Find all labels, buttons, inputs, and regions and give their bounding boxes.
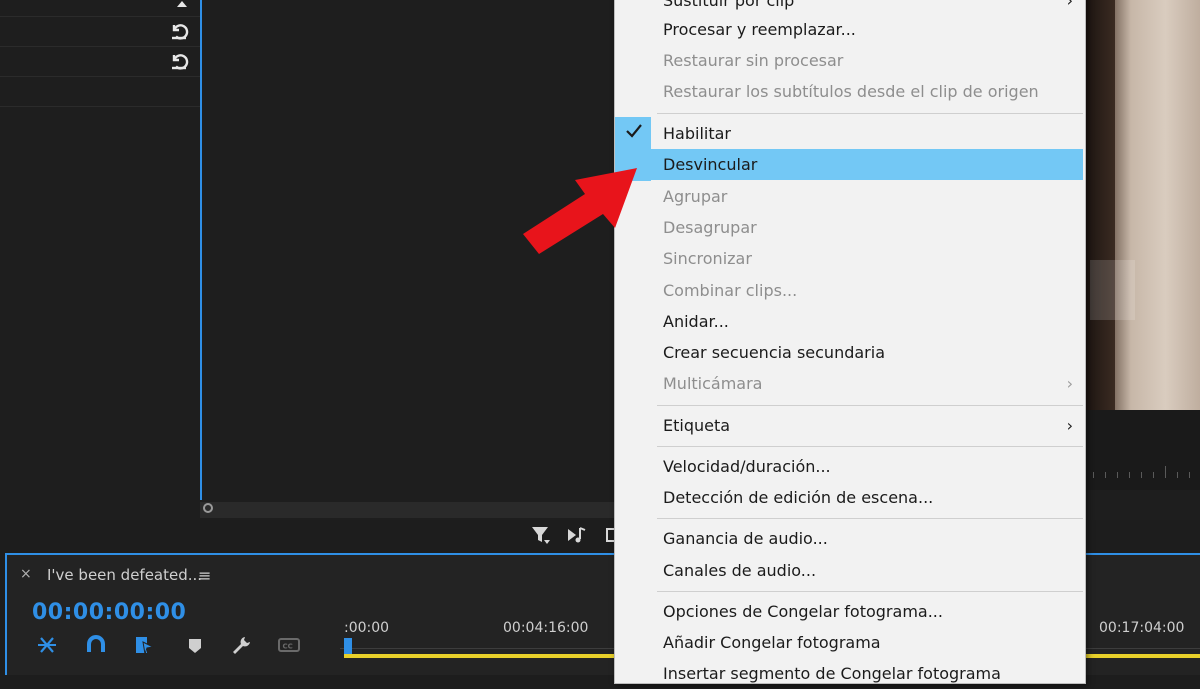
menu-item-label: Restaurar los subtítulos desde el clip d…	[663, 82, 1039, 101]
menu-item-label: Desvincular	[663, 155, 758, 174]
menu-item-restaurar-subtitulos[interactable]: Restaurar los subtítulos desde el clip d…	[615, 76, 1085, 107]
captions-icon[interactable]: CC	[278, 634, 300, 656]
snap-magnet-icon[interactable]	[85, 634, 107, 656]
menu-item-velocidad-duracion[interactable]: Velocidad/duración...	[615, 451, 1085, 482]
menu-item-label: Multicámara	[663, 374, 763, 393]
property-row	[0, 76, 200, 107]
play-audio-icon[interactable]	[566, 524, 588, 546]
menu-item-etiqueta[interactable]: Etiqueta ›	[615, 410, 1085, 441]
menu-item-insertar-segmento-congelar[interactable]: Insertar segmento de Congelar fotograma	[615, 658, 1085, 689]
menu-separator	[657, 591, 1083, 592]
monitor-ruler	[1085, 410, 1200, 490]
wrench-settings-icon[interactable]	[230, 634, 252, 656]
menu-item-label: Añadir Congelar fotograma	[663, 633, 881, 652]
menu-item-ganancia-audio[interactable]: Ganancia de audio...	[615, 523, 1085, 554]
ruler-label: 00:04:16:00	[503, 620, 589, 636]
menu-item-label: Agrupar	[663, 187, 728, 206]
menu-item-sincronizar[interactable]: Sincronizar	[615, 243, 1085, 274]
linked-selection-icon[interactable]	[133, 634, 155, 656]
menu-item-desvincular[interactable]: Desvincular	[615, 149, 1085, 180]
menu-item-procesar-y-reemplazar[interactable]: Procesar y reemplazar...	[615, 14, 1085, 45]
menu-item-label: Insertar segmento de Congelar fotograma	[663, 664, 1001, 683]
menu-separator	[657, 518, 1083, 519]
menu-item-label: Etiqueta	[663, 416, 731, 435]
menu-item-multicamara[interactable]: Multicámara ›	[615, 368, 1085, 399]
menu-item-label: Anidar...	[663, 312, 729, 331]
scrollbar-handle[interactable]	[203, 503, 213, 513]
property-row	[0, 46, 200, 77]
timeline-playhead[interactable]	[344, 638, 352, 654]
add-marker-icon[interactable]	[184, 634, 206, 656]
menu-item-label: Procesar y reemplazar...	[663, 20, 856, 39]
menu-item-restaurar-sin-procesar[interactable]: Restaurar sin procesar	[615, 45, 1085, 76]
close-tab-button[interactable]: ×	[20, 566, 32, 582]
menu-separator	[657, 405, 1083, 406]
menu-item-label: Ganancia de audio...	[663, 529, 828, 548]
program-monitor-detail	[1090, 260, 1135, 320]
submenu-arrow-icon: ›	[1066, 374, 1073, 393]
menu-item-anadir-congelar[interactable]: Añadir Congelar fotograma	[615, 627, 1085, 658]
menu-item-label: Restaurar sin procesar	[663, 51, 844, 70]
effect-toolbar	[520, 520, 620, 550]
timeline-timecode[interactable]: 00:00:00:00	[32, 600, 186, 625]
menu-item-label: Crear secuencia secundaria	[663, 343, 885, 362]
menu-item-label: Habilitar	[663, 124, 731, 143]
insert-sequence-icon[interactable]	[36, 634, 58, 656]
reset-parameter-icon[interactable]	[168, 20, 190, 42]
effect-scrollbar[interactable]	[200, 502, 615, 518]
ruler-label: 00:17:04:00	[1099, 620, 1185, 636]
menu-separator	[657, 446, 1083, 447]
effect-playhead-line[interactable]	[200, 0, 202, 500]
sequence-tab-title[interactable]: I've been defeated...	[47, 566, 202, 584]
collapse-up-icon[interactable]	[176, 0, 188, 8]
menu-item-label: Opciones de Congelar fotograma...	[663, 602, 943, 621]
clip-context-menu: Sustituir por clip › Procesar y reemplaz…	[614, 0, 1086, 684]
menu-separator	[657, 113, 1083, 114]
menu-item-deteccion-edicion-escena[interactable]: Detección de edición de escena...	[615, 482, 1085, 513]
menu-item-label: Detección de edición de escena...	[663, 488, 934, 507]
svg-text:CC: CC	[283, 643, 293, 651]
menu-item-habilitar[interactable]: Habilitar	[615, 118, 1085, 149]
submenu-arrow-icon: ›	[1066, 416, 1073, 435]
filter-icon[interactable]	[530, 524, 552, 546]
menu-item-agrupar[interactable]: Agrupar	[615, 181, 1085, 212]
menu-item-opciones-congelar[interactable]: Opciones de Congelar fotograma...	[615, 596, 1085, 627]
program-monitor-shadow	[1085, 0, 1115, 410]
menu-item-label: Sincronizar	[663, 249, 752, 268]
reset-parameter-icon[interactable]	[168, 50, 190, 72]
ruler-label: :00:00	[344, 620, 390, 636]
property-row	[0, 16, 200, 47]
menu-item-label: Desagrupar	[663, 218, 757, 237]
annotation-arrow-icon	[523, 168, 637, 254]
menu-item-label: Canales de audio...	[663, 561, 817, 580]
property-row	[0, 0, 200, 17]
panel-menu-icon[interactable]: ≡	[198, 566, 211, 585]
menu-item-combinar-clips[interactable]: Combinar clips...	[615, 275, 1085, 306]
menu-item-anidar[interactable]: Anidar...	[615, 306, 1085, 337]
menu-item-label: Velocidad/duración...	[663, 457, 831, 476]
menu-item-crear-secuencia-secundaria[interactable]: Crear secuencia secundaria	[615, 337, 1085, 368]
menu-item-canales-audio[interactable]: Canales de audio...	[615, 555, 1085, 586]
menu-item-label: Combinar clips...	[663, 281, 798, 300]
menu-item-desagrupar[interactable]: Desagrupar	[615, 212, 1085, 243]
